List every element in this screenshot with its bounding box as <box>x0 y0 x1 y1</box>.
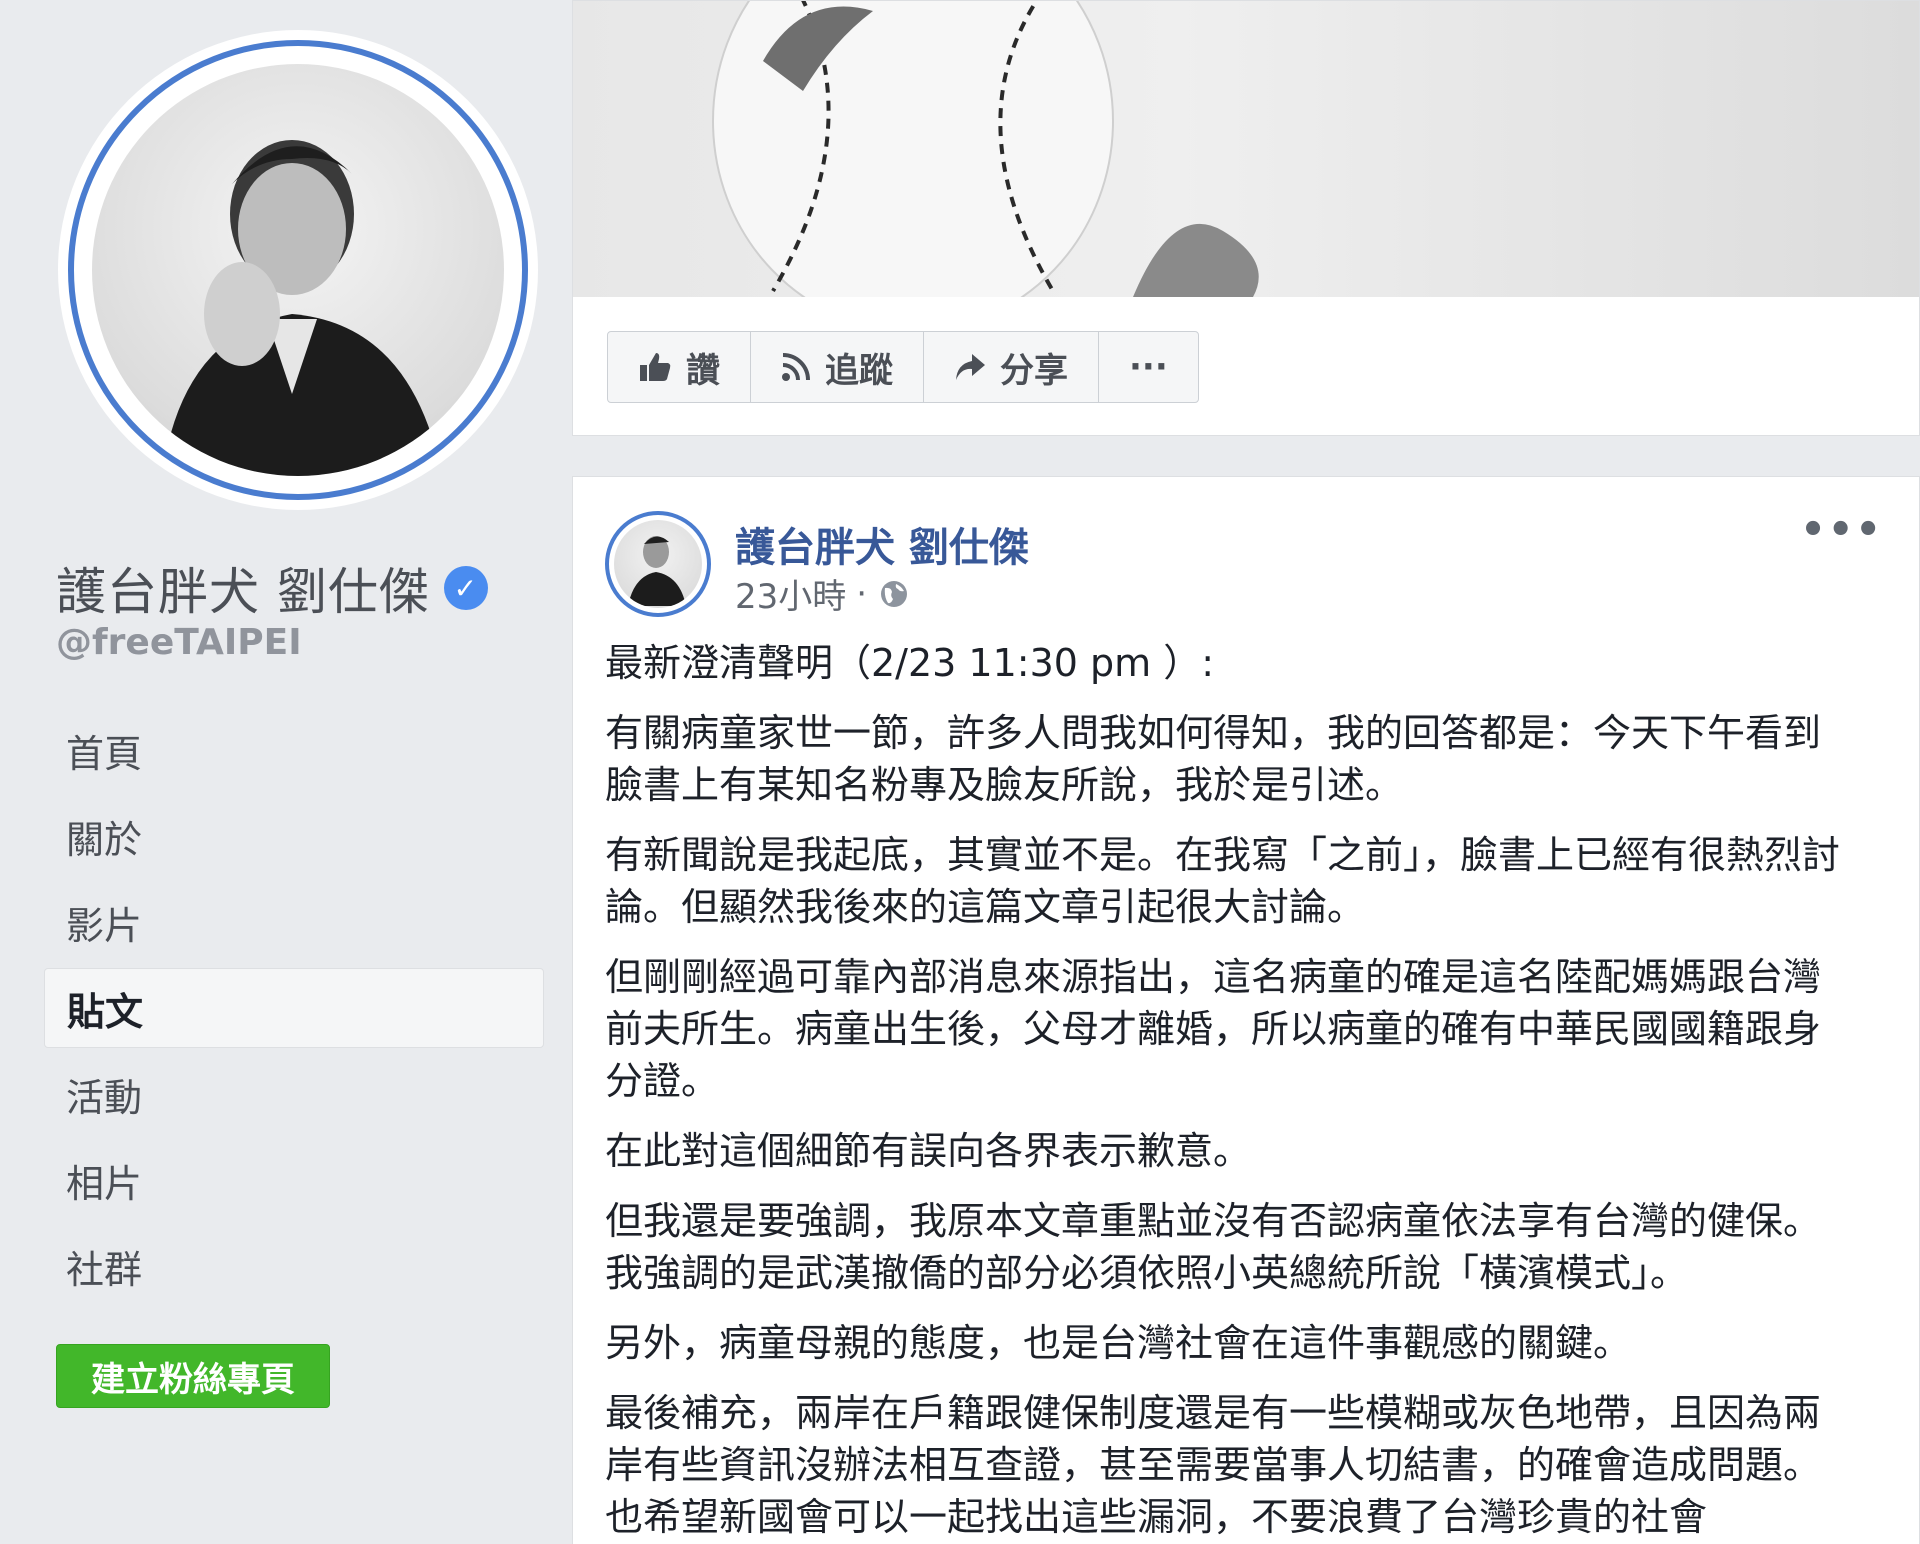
verified-check-icon: ✓ <box>443 566 488 610</box>
share-label: 分享 <box>1000 350 1068 391</box>
share-arrow-icon <box>954 352 986 382</box>
nav-item-about[interactable]: 關於 <box>44 796 544 876</box>
follow-label: 追蹤 <box>825 350 893 391</box>
post-paragraph: 最新澄清聲明（2/23 11:30 pm ）: <box>605 641 1215 685</box>
nav-item-videos[interactable]: 影片 <box>44 882 544 962</box>
post-paragraph: 但剛剛經過可靠內部消息來源指出，這名病童的確是這名陸配媽媽跟台灣前夫所生。病童出… <box>605 955 1822 1103</box>
post-body: 最新澄清聲明（2/23 11:30 pm ）: 有關病童家世一節，許多人問我如何… <box>605 637 1845 1544</box>
thumbs-up-icon <box>638 351 672 383</box>
profile-photo <box>92 64 504 476</box>
globe-privacy-icon[interactable] <box>879 579 909 609</box>
follow-button[interactable]: 追蹤 <box>751 332 924 402</box>
post-paragraph: 在此對這個細節有誤向各界表示歉意。 <box>605 1129 1252 1173</box>
post-paragraph: 但我還是要強調，我原本文章重點並沒有否認病童依法享有台灣的健保。我強調的是武漢撤… <box>605 1199 1822 1295</box>
like-label: 讚 <box>686 350 720 391</box>
post-author-photo <box>614 520 702 608</box>
nav-item-photos[interactable]: 相片 <box>44 1140 544 1220</box>
post-author-avatar[interactable] <box>605 511 711 617</box>
page-action-bar: 讚 追蹤 分享 ··· <box>607 331 1199 403</box>
profile-picture[interactable] <box>58 30 538 510</box>
nav-item-posts[interactable]: 貼文 <box>44 968 544 1048</box>
post-author-name[interactable]: 護台胖犬 劉仕傑 <box>735 515 1029 573</box>
page-handle[interactable]: @freeTAIPEI <box>56 622 302 663</box>
post-timestamp[interactable]: 23小時 <box>735 569 846 618</box>
rss-follow-icon <box>781 352 811 382</box>
page-sidebar: 護台胖犬 劉仕傑 ✓ @freeTAIPEI 首頁 關於 影片 貼文 活動 相片… <box>0 0 560 1544</box>
post-card: 護台胖犬 劉仕傑 23小時 · ••• 最新澄清聲明（2/23 11:30 pm… <box>572 476 1920 1544</box>
post-paragraph: 另外，病童母親的態度，也是台灣社會在這件事觀感的關鍵。 <box>605 1321 1632 1365</box>
nav-item-community[interactable]: 社群 <box>44 1226 544 1306</box>
post-meta: 23小時 · <box>735 569 909 618</box>
cover-photo[interactable] <box>573 1 1919 297</box>
more-options-icon: ··· <box>1129 347 1168 387</box>
page-nav: 首頁 關於 影片 貼文 活動 相片 社群 <box>44 710 544 1312</box>
page-name[interactable]: 護台胖犬 劉仕傑 ✓ <box>56 552 488 624</box>
cover-card: 讚 追蹤 分享 ··· <box>572 0 1920 436</box>
nav-item-events[interactable]: 活動 <box>44 1054 544 1134</box>
meta-separator: · <box>856 573 868 614</box>
more-options-button[interactable]: ··· <box>1099 332 1198 402</box>
post-paragraph: 有關病童家世一節，許多人問我如何得知，我的回答都是：今天下午看到臉書上有某知名粉… <box>605 711 1822 807</box>
like-button[interactable]: 讚 <box>608 332 751 402</box>
share-button[interactable]: 分享 <box>924 332 1099 402</box>
create-page-button[interactable]: 建立粉絲專頁 <box>56 1344 330 1408</box>
page-name-text: 護台胖犬 劉仕傑 <box>56 563 430 621</box>
nav-item-home[interactable]: 首頁 <box>44 710 544 790</box>
post-paragraph: 最後補充，兩岸在戶籍跟健保制度還是有一些模糊或灰色地帶，且因為兩岸有些資訊沒辦法… <box>605 1391 1822 1539</box>
post-more-options-icon[interactable]: ••• <box>1800 507 1883 553</box>
post-paragraph: 有新聞說是我起底，其實並不是。在我寫「之前」，臉書上已經有很熱烈討論。但顯然我後… <box>605 833 1841 929</box>
